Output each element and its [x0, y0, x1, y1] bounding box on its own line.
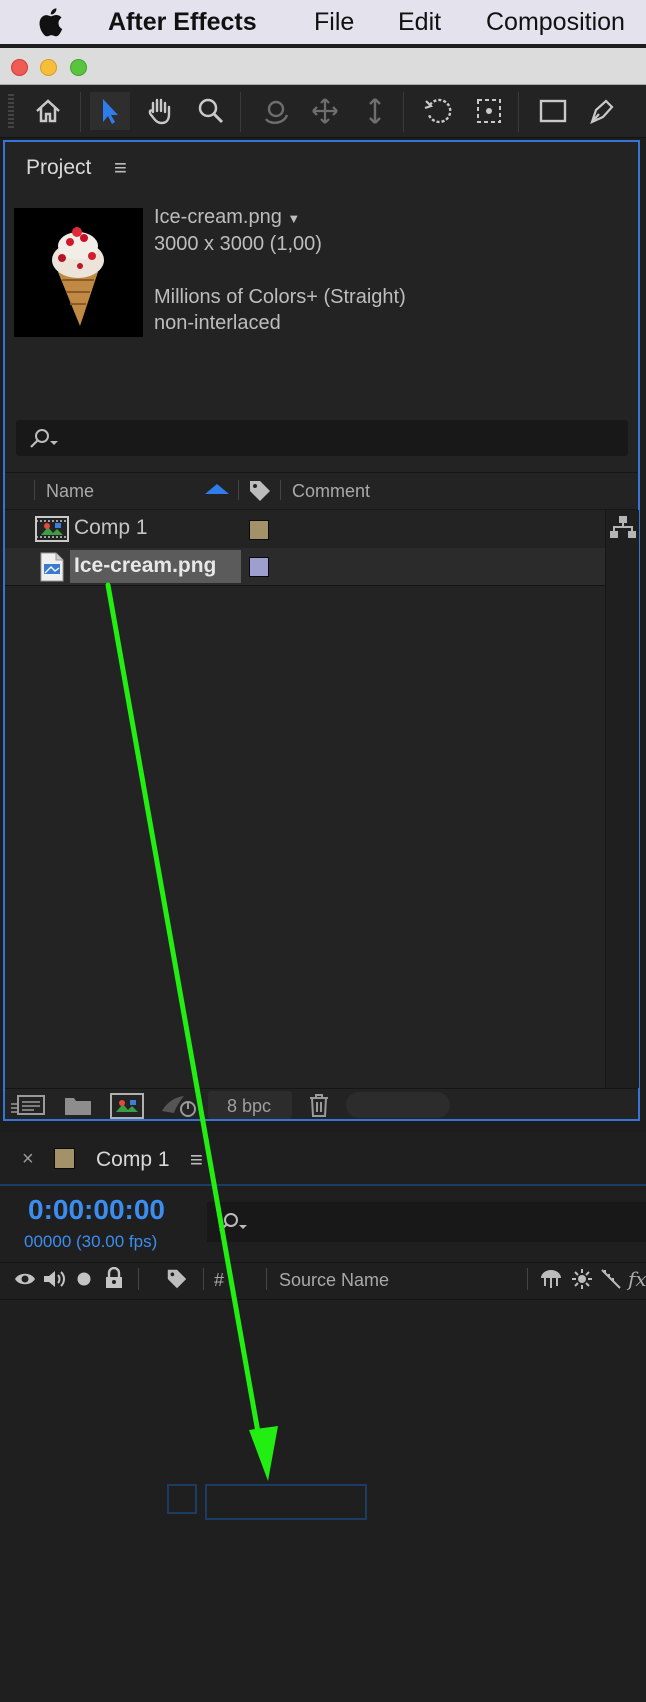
frame-rate-info: 00000 (30.00 fps)	[24, 1232, 158, 1251]
orbit-camera-icon[interactable]	[256, 92, 296, 130]
zoom-tool-icon[interactable]	[191, 92, 231, 130]
toolbar-divider	[518, 92, 519, 132]
timeline-panel-menu-icon[interactable]: ≡	[190, 1147, 203, 1173]
toolbar-divider	[80, 92, 81, 132]
menu-bar: After Effects File Edit Composition	[0, 0, 646, 44]
timeline-search-input[interactable]	[207, 1202, 646, 1242]
source-name-header[interactable]: Source Name	[279, 1270, 389, 1291]
column-divider	[527, 1268, 528, 1290]
composition-icon	[35, 516, 69, 542]
interpret-footage-icon[interactable]	[10, 1094, 46, 1118]
column-divider	[280, 480, 281, 500]
menu-app-name[interactable]: After Effects	[108, 8, 257, 37]
toolbar-divider	[240, 92, 241, 132]
pen-tool-icon[interactable]	[582, 92, 622, 130]
row-divider	[5, 585, 605, 586]
label-color-swatch[interactable]	[249, 557, 269, 577]
column-divider	[266, 1268, 267, 1290]
project-item-ice-cream[interactable]: Ice-cream.png	[5, 548, 605, 585]
label-color-swatch[interactable]	[249, 520, 269, 540]
panel-menu-icon[interactable]: ≡	[114, 155, 127, 181]
sort-ascending-icon[interactable]	[205, 484, 229, 494]
layer-number-header[interactable]: #	[214, 1270, 224, 1291]
pan-camera-icon[interactable]	[305, 92, 345, 130]
column-divider	[138, 1268, 139, 1290]
preview-color-info: Millions of Colors+ (Straight)	[154, 286, 406, 308]
comp-tab-color-swatch	[54, 1148, 75, 1169]
selection-tool-icon[interactable]	[90, 92, 130, 130]
zoom-window-button[interactable]	[70, 59, 87, 76]
project-item-name: Ice-cream.png	[74, 554, 217, 577]
project-settings-icon[interactable]	[160, 1093, 198, 1119]
flowchart-icon[interactable]	[609, 514, 637, 540]
trash-icon[interactable]	[307, 1092, 331, 1118]
menu-composition[interactable]: Composition	[486, 8, 625, 37]
lock-icon[interactable]	[104, 1267, 124, 1289]
collapse-transformations-icon[interactable]	[571, 1268, 593, 1290]
column-divider	[238, 480, 239, 500]
search-icon	[219, 1213, 247, 1232]
anchor-point-tool-icon[interactable]	[469, 92, 509, 130]
timeline-tab-label[interactable]: Comp 1	[96, 1148, 170, 1172]
drop-target-indicator	[167, 1484, 197, 1514]
dolly-camera-icon[interactable]	[355, 92, 395, 130]
project-item-name: Comp 1	[74, 516, 148, 539]
audio-icon[interactable]	[42, 1268, 66, 1290]
menu-edit[interactable]: Edit	[398, 8, 441, 37]
drop-target-layer-outline	[205, 1484, 367, 1520]
filename-dropdown-icon[interactable]: ▼	[287, 211, 300, 226]
current-time-display[interactable]: 0:00:00:00	[28, 1194, 165, 1226]
close-tab-icon[interactable]: ×	[22, 1148, 34, 1171]
preview-dimensions: 3000 x 3000 (1,00)	[154, 233, 322, 255]
image-file-icon	[40, 552, 64, 582]
preview-interlace: non-interlaced	[154, 312, 281, 334]
project-side-strip	[605, 510, 639, 1088]
preview-filename-text: Ice-cream.png	[154, 206, 282, 228]
video-visibility-icon[interactable]	[14, 1270, 36, 1288]
label-tag-icon[interactable]	[164, 1267, 190, 1291]
label-tag-icon[interactable]	[247, 478, 273, 504]
hand-tool-icon[interactable]	[140, 92, 180, 130]
minimize-window-button[interactable]	[40, 59, 57, 76]
close-window-button[interactable]	[11, 59, 28, 76]
apple-menu-icon[interactable]	[38, 6, 66, 46]
menu-file[interactable]: File	[314, 8, 354, 37]
project-panel-title[interactable]: Project	[26, 156, 91, 180]
search-icon	[30, 429, 58, 448]
project-search-input[interactable]	[16, 420, 628, 456]
window-titlebar	[0, 48, 646, 85]
project-item-comp-1[interactable]: Comp 1	[5, 510, 605, 548]
effects-header[interactable]: fx	[628, 1267, 646, 1291]
toolbar-divider	[403, 92, 404, 132]
new-folder-icon[interactable]	[64, 1094, 92, 1116]
column-divider	[34, 480, 35, 500]
new-composition-icon[interactable]	[109, 1093, 145, 1119]
toolbar-grip[interactable]	[8, 94, 14, 130]
bit-depth-label: 8 bpc	[227, 1096, 272, 1116]
rectangle-tool-icon[interactable]	[533, 92, 573, 130]
column-comment-header[interactable]: Comment	[292, 481, 370, 502]
thumbnail-transparency-toggle[interactable]	[346, 1092, 450, 1118]
shy-layer-icon[interactable]	[538, 1268, 564, 1290]
solo-icon[interactable]	[76, 1271, 92, 1287]
preview-filename[interactable]: Ice-cream.png ▼	[154, 206, 300, 229]
rotate-tool-icon[interactable]	[418, 92, 458, 130]
column-divider	[203, 1268, 204, 1290]
column-name-header[interactable]: Name	[46, 481, 94, 502]
panel-focus-line	[0, 1184, 646, 1186]
home-icon[interactable]	[28, 92, 68, 130]
quality-icon[interactable]	[600, 1268, 622, 1290]
preview-thumbnail	[14, 208, 143, 337]
